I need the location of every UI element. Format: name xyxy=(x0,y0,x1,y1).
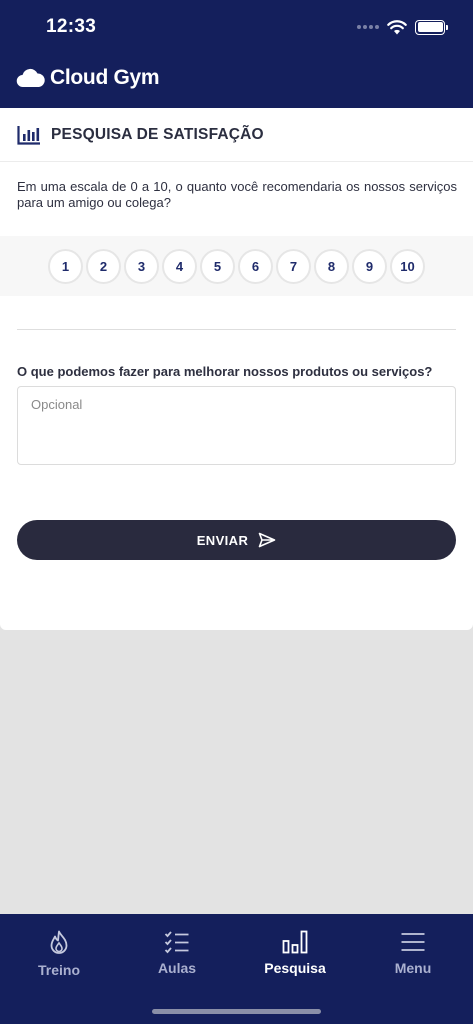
nav-label-aulas: Aulas xyxy=(157,960,197,976)
nps-question: Em uma escala de 0 a 10, o quanto você r… xyxy=(17,179,457,210)
scale-option-8[interactable]: 8 xyxy=(314,248,349,284)
survey-card: PESQUISA DE SATISFAÇÃO Em uma escala de … xyxy=(0,108,473,630)
scale-option-4[interactable]: 4 xyxy=(162,248,197,284)
submit-button[interactable]: ENVIAR xyxy=(17,520,456,560)
submit-label: ENVIAR xyxy=(196,532,249,548)
scale-option-9[interactable]: 9 xyxy=(352,248,387,284)
scale-option-7[interactable]: 7 xyxy=(276,248,311,284)
nav-label-treino: Treino xyxy=(37,962,80,978)
status-time: 12:33 xyxy=(46,16,97,37)
scale-option-6[interactable]: 6 xyxy=(238,248,273,284)
brand-name: Cloud Gym xyxy=(50,66,160,89)
scale-option-2[interactable]: 2 xyxy=(86,248,121,284)
nav-label-menu: Menu xyxy=(394,960,432,976)
brand-logo: Cloud Gym xyxy=(16,66,160,90)
status-icons xyxy=(357,16,448,38)
cellular-signal-icon xyxy=(357,25,379,29)
send-icon xyxy=(258,532,276,548)
nav-item-menu[interactable]: Menu xyxy=(354,930,472,976)
battery-icon xyxy=(415,19,448,35)
feedback-question: O que podemos fazer para melhorar nossos… xyxy=(17,364,433,379)
scale-option-10[interactable]: 10 xyxy=(390,248,425,284)
scale-option-5[interactable]: 5 xyxy=(200,248,235,284)
feedback-input[interactable] xyxy=(17,386,456,465)
survey-header: PESQUISA DE SATISFAÇÃO xyxy=(0,108,473,162)
scale-option-3[interactable]: 3 xyxy=(124,248,159,284)
scale-option-1[interactable]: 1 xyxy=(48,248,83,284)
hamburger-menu-icon xyxy=(401,933,425,951)
bottom-nav: Treino Aulas Pesquisa Menu xyxy=(0,914,473,1024)
bar-chart-icon xyxy=(282,930,308,954)
wifi-icon xyxy=(387,19,407,34)
flame-icon xyxy=(50,930,68,954)
home-indicator xyxy=(152,1009,321,1014)
app-header: 12:33 Cloud Gym xyxy=(0,0,473,108)
nav-item-pesquisa[interactable]: Pesquisa xyxy=(236,930,354,976)
nav-item-aulas[interactable]: Aulas xyxy=(118,930,236,976)
bar-chart-icon xyxy=(17,125,40,145)
survey-title: PESQUISA DE SATISFAÇÃO xyxy=(51,125,264,143)
cloud-icon xyxy=(16,68,45,88)
section-divider xyxy=(17,329,456,330)
nps-scale: 1 2 3 4 5 6 7 8 9 10 xyxy=(0,236,473,296)
nav-label-pesquisa: Pesquisa xyxy=(264,960,326,976)
nav-item-treino[interactable]: Treino xyxy=(0,930,118,978)
checklist-icon xyxy=(164,931,189,954)
